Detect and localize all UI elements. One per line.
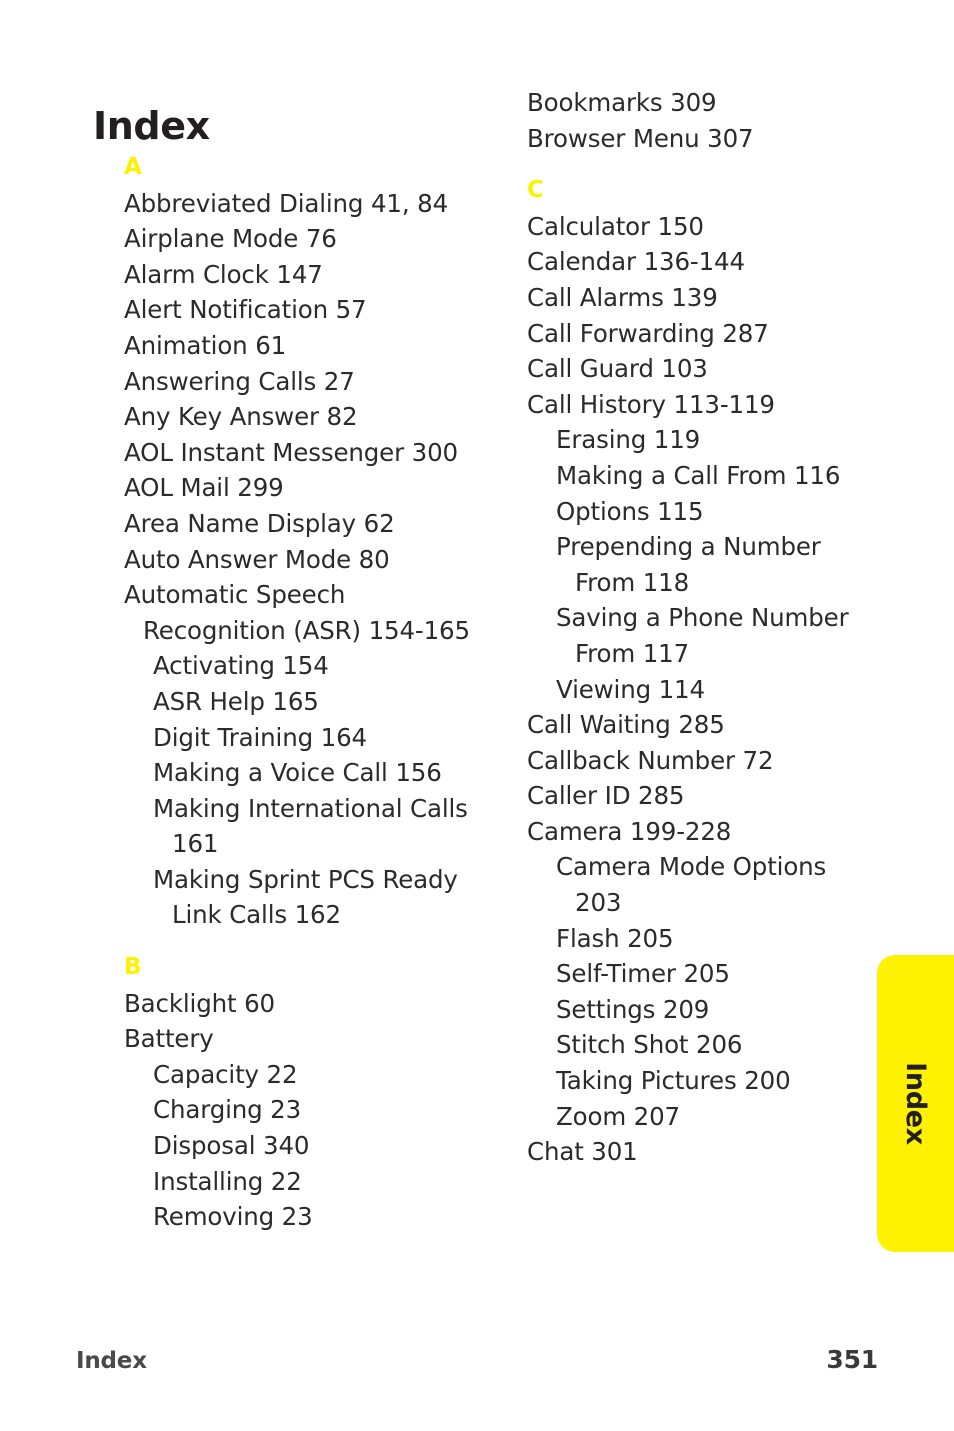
footer-section-label: Index xyxy=(76,1348,147,1374)
index-entry: From 118 xyxy=(575,567,690,597)
index-entry: Installing 22 xyxy=(153,1166,302,1196)
index-entry: Making a Voice Call 156 xyxy=(153,758,442,788)
index-entry: 161 xyxy=(172,829,219,859)
index-entry: Callback Number 72 xyxy=(527,745,774,775)
index-entry: Alert Notification 57 xyxy=(124,295,367,325)
index-entry: 203 xyxy=(575,888,622,918)
index-entry: Self-Timer 205 xyxy=(556,959,730,989)
index-entry: Making International Calls xyxy=(153,793,468,823)
index-entry: Camera 199-228 xyxy=(527,816,732,846)
page-title: Index xyxy=(93,104,210,149)
index-entry: Settings 209 xyxy=(556,994,710,1024)
index-entry: Calculator 150 xyxy=(527,211,704,241)
letter-heading-c: C xyxy=(527,177,544,204)
letter-heading-a: A xyxy=(124,154,142,180)
index-entry: Options 115 xyxy=(556,496,704,526)
index-entry: Taking Pictures 200 xyxy=(556,1066,791,1096)
letter-heading-b: B xyxy=(124,954,142,981)
index-entry: Making Sprint PCS Ready xyxy=(153,864,458,894)
index-entry: AOL Mail 299 xyxy=(124,473,284,503)
index-entry: Backlight 60 xyxy=(124,988,275,1018)
index-entry: Camera Mode Options xyxy=(556,852,827,882)
index-entry: From 117 xyxy=(575,638,690,668)
index-entry: Link Calls 162 xyxy=(172,900,341,930)
page-footer: Index 351 xyxy=(76,1345,878,1374)
index-entry: Capacity 22 xyxy=(153,1059,298,1089)
index-entry: Animation 61 xyxy=(124,330,287,360)
index-entry: Making a Call From 116 xyxy=(556,460,841,490)
index-column-left: A Abbreviated Dialing 41, 84 Airplane Mode… xyxy=(124,150,474,1235)
index-entry: Recognition (ASR) 154-165 xyxy=(143,615,470,645)
index-entry: Call Waiting 285 xyxy=(527,710,725,740)
index-entry: Any Key Answer 82 xyxy=(124,402,358,432)
index-entry: Call History 113-119 xyxy=(527,389,775,419)
index-entry: Caller ID 285 xyxy=(527,781,685,811)
index-entry: Abbreviated Dialing 41, 84 xyxy=(124,188,449,218)
index-entry: AOL Instant Messenger 300 xyxy=(124,437,458,467)
index-entry: Auto Answer Mode 80 xyxy=(124,544,390,574)
index-entry: Digit Training 164 xyxy=(153,722,367,752)
index-entry: Viewing 114 xyxy=(556,674,705,704)
index-entry: Stitch Shot 206 xyxy=(556,1030,743,1060)
index-entry: Removing 23 xyxy=(153,1202,313,1232)
index-entry: Disposal 340 xyxy=(153,1131,310,1161)
index-entry: Charging 23 xyxy=(153,1095,302,1125)
index-entry: Call Forwarding 287 xyxy=(527,318,769,348)
index-entry: Automatic Speech xyxy=(124,580,346,610)
index-entry: Bookmarks 309 xyxy=(527,88,717,117)
index-entry: Chat 301 xyxy=(527,1137,638,1167)
side-tab-label: Index xyxy=(900,1062,931,1145)
index-column-right: Bookmarks 309 Browser Menu 307 C Calculator… xyxy=(527,85,872,1170)
index-entry: Alarm Clock 147 xyxy=(124,259,323,289)
index-entry: Flash 205 xyxy=(556,923,674,953)
index-entry: Battery xyxy=(124,1024,214,1054)
index-entry: Airplane Mode 76 xyxy=(124,224,337,254)
index-entry: Answering Calls 27 xyxy=(124,366,355,396)
index-entry: ASR Help 165 xyxy=(153,686,319,716)
index-entry: Saving a Phone Number xyxy=(556,603,849,633)
index-entry: Calendar 136-144 xyxy=(527,247,745,277)
index-entry: Call Guard 103 xyxy=(527,354,708,384)
index-entry: Call Alarms 139 xyxy=(527,282,718,312)
index-page: Index A Abbreviated Dialing 41, 84 Airplan… xyxy=(0,0,954,1431)
index-entry: Area Name Display 62 xyxy=(124,508,395,538)
side-thumb-tab: Index xyxy=(877,955,954,1252)
index-entry: Zoom 207 xyxy=(556,1101,680,1131)
index-entry: Browser Menu 307 xyxy=(527,123,754,153)
footer-page-number: 351 xyxy=(826,1345,878,1374)
index-entry: Activating 154 xyxy=(153,651,329,681)
index-entry: Erasing 119 xyxy=(556,425,701,455)
index-entry: Prepending a Number xyxy=(556,532,821,562)
